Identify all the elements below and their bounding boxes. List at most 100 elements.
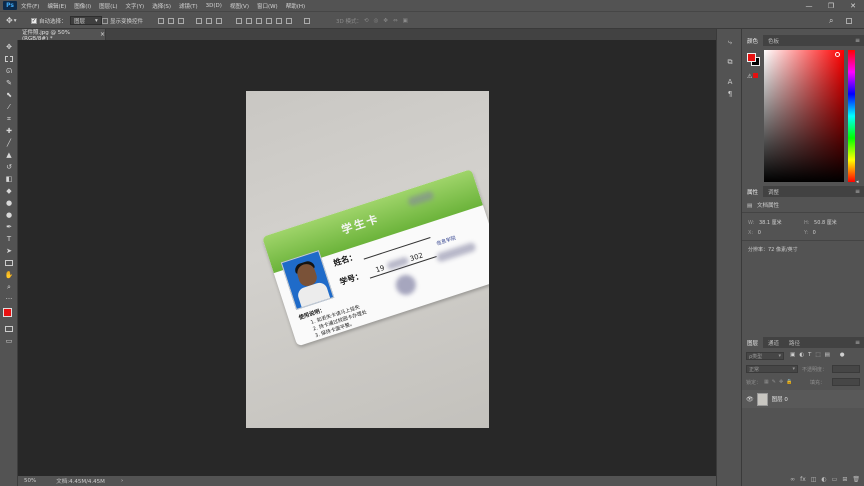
lock-position-icon[interactable]: ✥ — [779, 379, 783, 386]
move-tool-icon[interactable]: ✥ ▾ — [6, 15, 16, 26]
lock-transparency-icon[interactable]: ▦ — [764, 379, 769, 386]
filter-pixel-icon[interactable]: ▣ — [790, 352, 795, 358]
3d-pan-icon[interactable]: ✥ — [383, 18, 388, 24]
tab-paths[interactable]: 路径 — [784, 337, 805, 348]
menu-image[interactable]: 图像(I) — [74, 2, 91, 10]
layer-filter-dropdown[interactable]: ρ类型 ▾ — [746, 352, 784, 360]
height-value[interactable]: 50.8 厘米 — [814, 220, 837, 226]
healing-brush-tool-icon[interactable]: ✚ — [3, 126, 15, 136]
path-select-tool-icon[interactable]: ➤ — [3, 246, 15, 256]
hand-tool-icon[interactable]: ✋ — [3, 270, 15, 280]
crop-tool-icon[interactable]: ⌗ — [3, 114, 15, 124]
auto-select-checkbox[interactable]: ✓ — [31, 17, 37, 24]
menu-type[interactable]: 文字(Y) — [126, 2, 145, 10]
distribute-right-icon[interactable] — [286, 17, 292, 24]
filter-smart-icon[interactable]: ▤ — [825, 352, 830, 358]
auto-select-toggle[interactable]: ✓ 自动选择： — [31, 15, 67, 26]
lasso-tool-icon[interactable]: ᘏ — [3, 66, 15, 76]
tab-channels[interactable]: 通道 — [763, 337, 784, 348]
quick-select-tool-icon[interactable]: ✎ — [3, 78, 15, 88]
history-brush-tool-icon[interactable]: ↺ — [3, 162, 15, 172]
fill-field[interactable] — [832, 378, 860, 386]
delete-layer-icon[interactable]: 🗑 — [852, 476, 860, 483]
quick-mask-tool-icon[interactable]: ⬉ — [3, 90, 15, 100]
tab-swatches[interactable]: 色板 — [763, 35, 784, 46]
brush-tool-icon[interactable]: ╱ — [3, 138, 15, 148]
layers-panel-menu-icon[interactable]: ≡ — [855, 339, 860, 346]
menu-3d[interactable]: 3D(D) — [206, 3, 222, 9]
close-tab-icon[interactable]: × — [100, 31, 105, 38]
document-tab[interactable]: 证件照.jpg @ 50%(RGB/8#) * × — [18, 29, 106, 42]
tab-adjustments[interactable]: 调整 — [763, 186, 784, 197]
menu-select[interactable]: 选择(S) — [152, 2, 171, 10]
menu-window[interactable]: 窗口(W) — [257, 2, 278, 10]
filter-shape-icon[interactable]: ⬚ — [815, 352, 820, 358]
filter-type-icon[interactable]: T — [808, 352, 811, 358]
zoom-level[interactable]: 50% — [24, 478, 36, 484]
layer-visibility-eye-icon[interactable]: 👁 — [746, 396, 754, 403]
align-bottom-icon[interactable] — [178, 17, 184, 24]
distribute-top-icon[interactable] — [236, 17, 242, 24]
hue-slider-handle-icon[interactable]: ◂ — [856, 179, 859, 185]
3d-rotate-icon[interactable]: ⟲ — [364, 18, 369, 24]
align-hcenter-icon[interactable] — [206, 17, 212, 24]
marquee-tool-icon[interactable] — [3, 54, 15, 64]
quick-mask-mode-icon[interactable] — [3, 324, 15, 334]
layer-name[interactable]: 图层 0 — [772, 395, 788, 403]
lock-pixels-icon[interactable]: ✎ — [772, 379, 776, 386]
color-panel-menu-icon[interactable]: ≡ — [855, 37, 860, 44]
blur-tool-icon[interactable]: ● — [3, 198, 15, 208]
zoom-tool-icon[interactable]: ⌕ — [3, 282, 15, 292]
document-image[interactable]: 学生卡 姓名： 学号： 19 302 信息学院 使用说明： 1. 如丢失卡请马上… — [246, 91, 489, 428]
x-value[interactable]: 0 — [758, 230, 761, 236]
layer-row[interactable]: 👁 图层 0 — [742, 390, 864, 408]
dodge-tool-icon[interactable]: ● — [3, 210, 15, 220]
show-transform-checkbox[interactable] — [102, 17, 108, 24]
minimize-button[interactable]: — — [798, 0, 820, 11]
paragraph-panel-icon[interactable]: ¶ — [724, 89, 736, 99]
panel-foreground-swatch[interactable] — [747, 53, 756, 62]
menu-edit[interactable]: 编辑(E) — [47, 2, 66, 10]
rectangle-tool-icon[interactable] — [3, 258, 15, 268]
lock-all-icon[interactable]: 🔒 — [786, 379, 792, 386]
clone-stamp-tool-icon[interactable]: ▲ — [3, 150, 15, 160]
foreground-color-swatch[interactable] — [3, 308, 12, 317]
close-window-button[interactable]: ✕ — [842, 0, 864, 11]
menu-layer[interactable]: 图层(L) — [99, 2, 117, 10]
gamut-warning-icon[interactable]: ⚠ — [747, 73, 759, 80]
eraser-tool-icon[interactable]: ◧ — [3, 174, 15, 184]
distribute-left-icon[interactable] — [266, 17, 272, 24]
distribute-hcenter-icon[interactable] — [276, 17, 282, 24]
3d-roll-icon[interactable]: ◎ — [374, 18, 379, 24]
new-group-icon[interactable]: ▭ — [832, 476, 838, 483]
canvas-area[interactable]: 学生卡 姓名： 学号： 19 302 信息学院 使用说明： 1. 如丢失卡请马上… — [18, 40, 716, 476]
paint-bucket-tool-icon[interactable]: ◆ — [3, 186, 15, 196]
tab-layers[interactable]: 图层 — [742, 337, 764, 348]
move-tool-icon[interactable]: ✥ — [3, 42, 15, 52]
color-swatches[interactable] — [3, 308, 17, 322]
width-value[interactable]: 38.1 厘米 — [759, 220, 782, 226]
color-field[interactable] — [764, 50, 844, 182]
align-vcenter-icon[interactable] — [168, 17, 174, 24]
color-picker-handle[interactable] — [835, 52, 840, 57]
history-panel-icon[interactable]: ⤷ — [724, 37, 736, 47]
opacity-field[interactable] — [832, 365, 860, 373]
auto-align-icon[interactable] — [304, 17, 310, 24]
menu-help[interactable]: 帮助(H) — [286, 2, 305, 10]
filter-toggle-icon[interactable]: ● — [840, 352, 845, 358]
screen-mode-icon[interactable]: ▭ — [3, 336, 15, 346]
blend-mode-dropdown[interactable]: 正常 ▾ — [746, 365, 798, 373]
character-panel-icon[interactable]: A — [724, 77, 736, 87]
menu-filter[interactable]: 滤镜(T) — [179, 2, 198, 10]
align-top-icon[interactable] — [158, 17, 164, 24]
y-value[interactable]: 0 — [813, 230, 816, 236]
eyedropper-tool-icon[interactable]: ⁄ — [3, 102, 15, 112]
more-tools-icon[interactable]: ··· — [3, 294, 15, 304]
hue-slider[interactable] — [848, 50, 855, 182]
layer-style-icon[interactable]: fx — [800, 476, 806, 483]
show-transform-toggle[interactable]: 显示变换控件 — [102, 15, 143, 26]
search-icon[interactable]: ⌕ — [829, 15, 833, 26]
align-right-icon[interactable] — [216, 17, 222, 24]
3d-scale-icon[interactable]: ▣ — [403, 18, 408, 24]
menu-file[interactable]: 文件(F) — [21, 2, 39, 10]
